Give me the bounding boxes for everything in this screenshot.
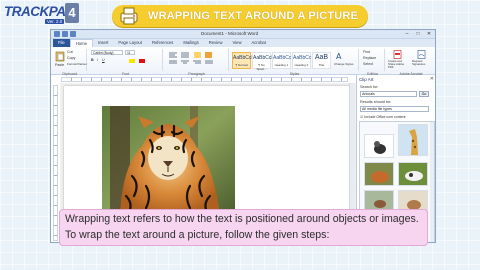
clip-art-thumbnail[interactable] xyxy=(364,134,394,158)
acrobat-group: Create and Share Adobe PDF Request Signa… xyxy=(387,49,435,76)
tiger-picture[interactable] xyxy=(102,106,235,216)
style-no-spacing[interactable]: AaBbCcDc ¶ No Spaci... xyxy=(252,52,278,71)
style-normal[interactable]: AaBbCcDc ¶ Normal xyxy=(232,52,258,69)
clip-art-thumbnail[interactable] xyxy=(364,162,394,186)
font-size-select[interactable]: 11 xyxy=(125,50,135,55)
fox-photo-icon xyxy=(365,163,393,185)
clip-art-search-input[interactable]: Animals xyxy=(360,91,417,97)
format-painter-button[interactable]: Format Painter xyxy=(67,62,87,66)
style-no-spacing-name: ¶ No Spaci... xyxy=(256,63,267,71)
go-button[interactable]: Go xyxy=(419,91,429,97)
font-group: Calibri (Body) 11 B I U Font xyxy=(89,49,163,76)
style-heading-1[interactable]: AaBbCc Heading 1 xyxy=(272,52,291,69)
instruction-caption: Wrapping text refers to how the text is … xyxy=(59,209,428,246)
style-no-spacing-sample: AaBbCcDc xyxy=(253,55,278,61)
create-pdf-button[interactable]: Create and Share Adobe PDF xyxy=(388,60,410,69)
style-title[interactable]: AaB Title xyxy=(312,52,331,69)
highlight-icon[interactable] xyxy=(129,59,135,63)
styles-group-label: Styles xyxy=(289,72,300,76)
font-name-select[interactable]: Calibri (Body) xyxy=(91,50,123,55)
giraffe-clipart-icon xyxy=(399,125,427,155)
include-office-label: Include Office.com content xyxy=(364,115,406,119)
tab-home[interactable]: Home xyxy=(69,39,93,47)
select-button[interactable]: Select xyxy=(363,62,373,66)
font-color-icon[interactable] xyxy=(139,59,145,63)
undo-icon[interactable] xyxy=(70,31,76,37)
bold-icon[interactable]: B xyxy=(91,58,94,62)
underline-icon[interactable]: U xyxy=(102,58,105,62)
style-normal-name: ¶ Normal xyxy=(235,63,248,67)
clip-art-thumbnail[interactable] xyxy=(398,124,428,156)
italic-icon[interactable]: I xyxy=(97,58,98,62)
style-heading-1-name: Heading 1 xyxy=(274,63,289,67)
paste-label[interactable]: Paste xyxy=(55,63,64,67)
results-scrollbar[interactable] xyxy=(430,122,434,242)
tab-view[interactable]: View xyxy=(227,39,246,47)
styles-group: AaBbCcDc ¶ Normal AaBbCcDc ¶ No Spaci...… xyxy=(231,49,359,76)
save-icon[interactable] xyxy=(62,31,68,37)
tab-page-layout[interactable]: Page Layout xyxy=(113,39,147,47)
clip-art-title: Clip Art xyxy=(359,77,374,82)
paragraph-group: Paragraph xyxy=(165,49,229,76)
clipboard-group: Paste Cut Copy Format Painter Clipboard xyxy=(53,49,87,76)
logo-sub: Ver. 2.0 xyxy=(45,19,65,24)
include-office-checkbox[interactable]: ☑ Include Office.com content xyxy=(360,115,406,119)
horizontal-ruler xyxy=(61,77,348,82)
window-controls: – □ ✕ xyxy=(403,31,433,37)
dog-clipart-icon xyxy=(374,141,386,154)
editing-group: Find Replace Select Editing xyxy=(361,49,385,76)
minimize-icon[interactable]: – xyxy=(403,31,411,37)
search-for-label: Search for: xyxy=(360,85,379,89)
style-title-sample: AaB xyxy=(314,54,329,61)
paragraph-tools-icon[interactable] xyxy=(168,51,224,65)
style-heading-2-name: Heading 2 xyxy=(294,63,309,67)
quick-access-toolbar xyxy=(54,31,76,37)
create-pdf-icon[interactable] xyxy=(393,50,402,59)
tab-file[interactable]: File xyxy=(53,39,70,47)
ribbon: Paste Cut Copy Format Painter Clipboard … xyxy=(51,47,435,76)
request-signatures-icon[interactable] xyxy=(417,50,426,59)
style-title-name: Title xyxy=(318,63,325,67)
close-pane-icon[interactable]: ✕ xyxy=(430,76,434,82)
paragraph-group-label: Paragraph xyxy=(188,72,205,76)
style-heading-2-sample: AaBbCc xyxy=(293,55,312,61)
style-normal-sample: AaBbCcDc xyxy=(233,55,258,61)
vertical-ruler xyxy=(53,85,58,241)
results-should-be-label: Results should be: xyxy=(360,100,392,104)
cow-photo-icon xyxy=(399,163,427,185)
tab-references[interactable]: References xyxy=(147,39,178,47)
word-titlebar: Document1 - Microsoft Word – □ ✕ xyxy=(51,30,435,39)
request-signatures-button[interactable]: Request Signatures xyxy=(412,60,434,66)
clip-art-thumbnail[interactable] xyxy=(398,162,428,186)
tab-mailings[interactable]: Mailings xyxy=(178,39,203,47)
tab-review[interactable]: Review xyxy=(204,39,228,47)
copy-button[interactable]: Copy xyxy=(67,56,75,60)
logo-version-badge: 4 xyxy=(65,3,79,23)
media-type-select[interactable]: All media file types xyxy=(360,106,429,112)
font-group-label: Font xyxy=(121,72,129,76)
title-banner: WRAPPING TEXT AROUND A PICTURE xyxy=(112,5,368,27)
tab-acrobat[interactable]: Acrobat xyxy=(246,39,270,47)
window-title: Document1 - Microsoft Word xyxy=(201,31,259,36)
change-styles-icon[interactable]: A xyxy=(336,51,346,61)
cut-button[interactable]: Cut xyxy=(67,50,73,54)
paste-icon[interactable] xyxy=(55,50,65,62)
close-icon[interactable]: ✕ xyxy=(425,31,433,37)
replace-button[interactable]: Replace xyxy=(363,56,376,60)
svg-text:A: A xyxy=(336,52,342,61)
change-styles-button[interactable]: Change Styles xyxy=(334,62,354,66)
tab-insert[interactable]: Insert xyxy=(93,39,113,47)
ribbon-tabs: File Home Insert Page Layout References … xyxy=(51,39,435,47)
page-title: WRAPPING TEXT AROUND A PICTURE xyxy=(148,10,359,22)
clipboard-group-label: Clipboard xyxy=(62,72,77,76)
find-button[interactable]: Find xyxy=(363,50,370,54)
maximize-icon[interactable]: □ xyxy=(414,31,422,37)
trackpad-logo: TRACKPAD 4 Ver. 2.0 xyxy=(4,3,79,25)
word-app-icon[interactable] xyxy=(54,31,60,37)
style-heading-1-sample: AaBbCc xyxy=(273,55,292,61)
style-heading-2[interactable]: AaBbCc Heading 2 xyxy=(292,52,311,69)
printer-icon xyxy=(120,7,138,25)
